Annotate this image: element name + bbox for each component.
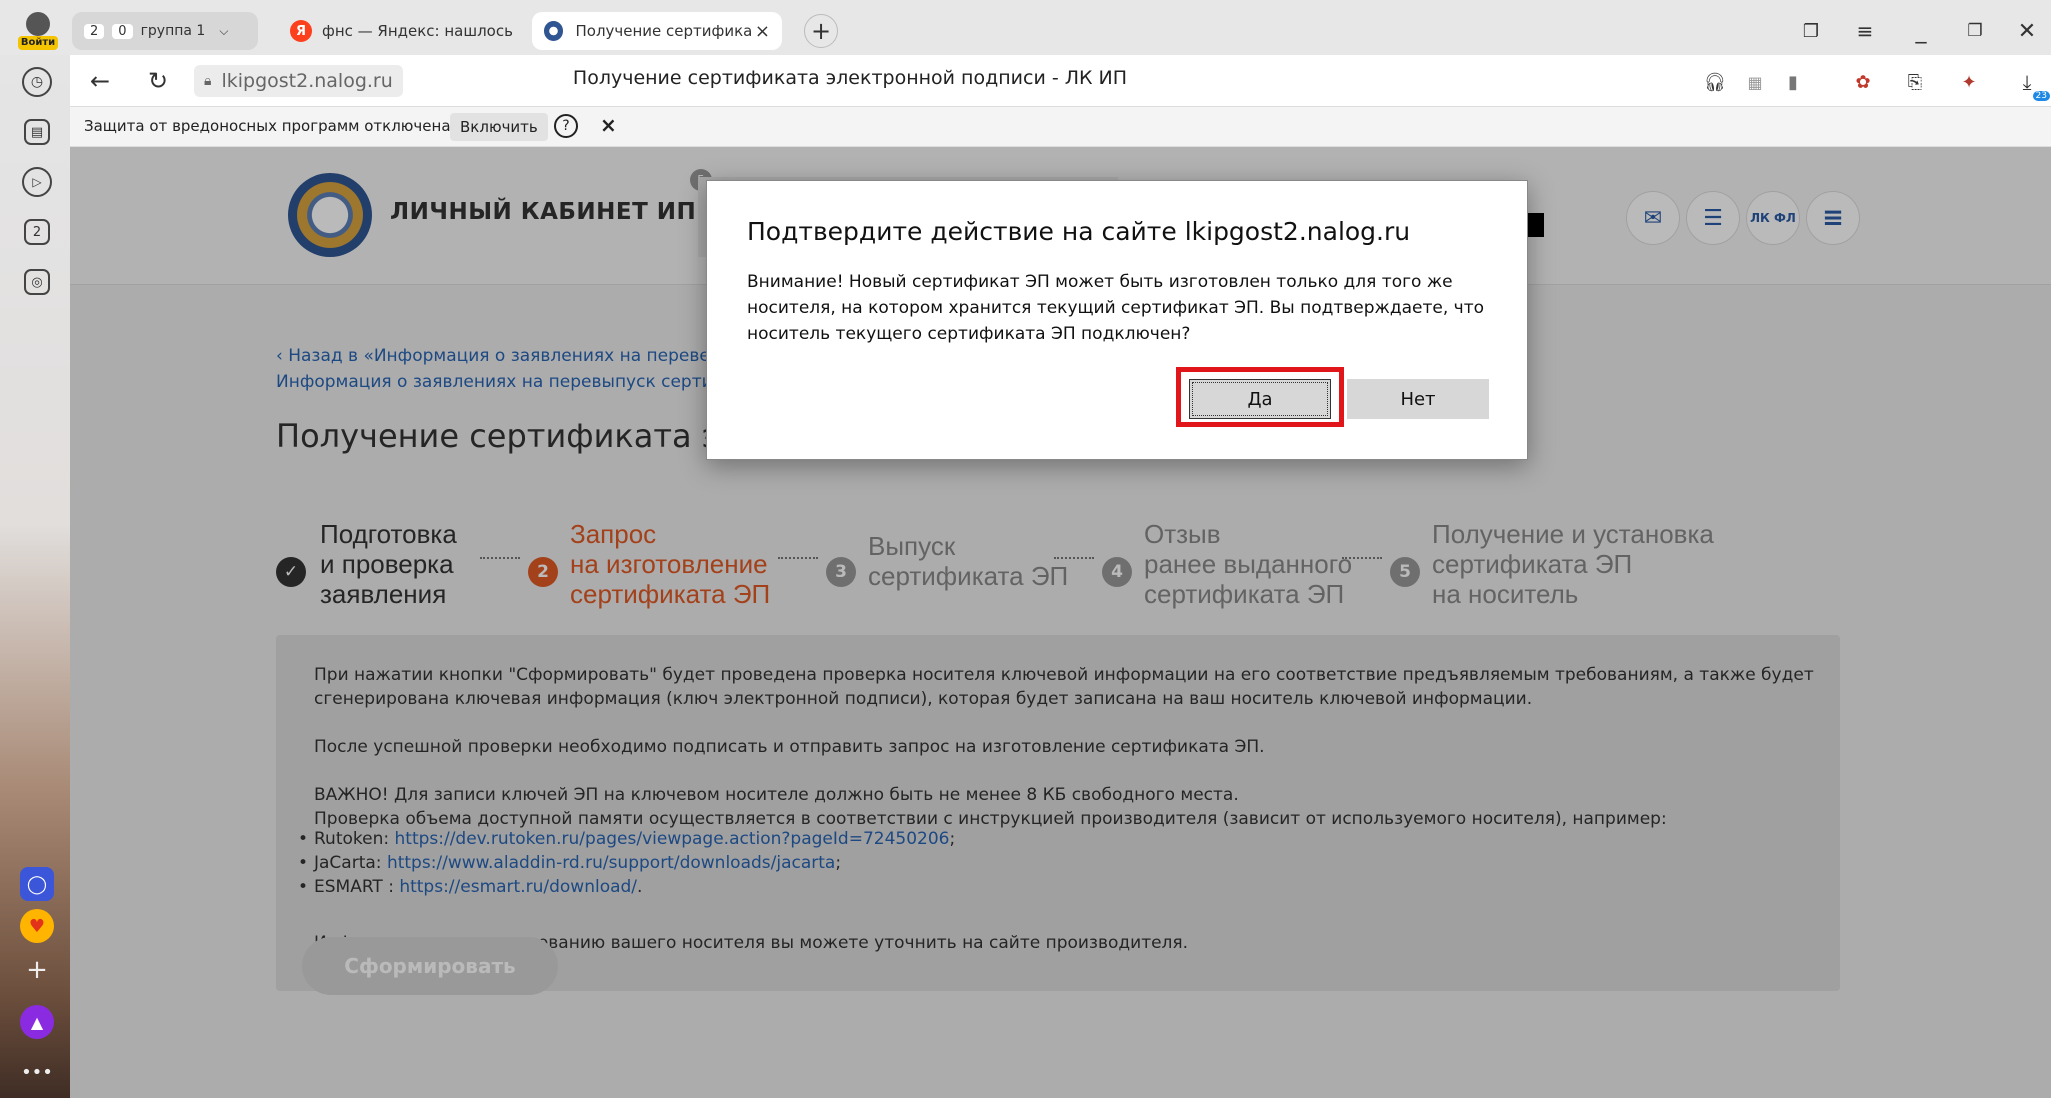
help-icon[interactable]: ? [554, 114, 578, 138]
browser-tab-strip: Войти 2 0 группа 1 ⌵ Я фнс — Яндекс: наш… [0, 0, 2051, 55]
tab-active-certificate[interactable]: Получение сертифика × [532, 12, 782, 50]
close-window-icon[interactable]: ✕ [2012, 16, 2042, 46]
annotation-highlight-box [1176, 367, 1344, 427]
tab-yandex-search[interactable]: Я фнс — Яндекс: нашлось 6 [278, 12, 526, 50]
yandex-icon: Я [290, 20, 312, 42]
login-label: Войти [18, 36, 58, 50]
reader-icon[interactable]: ▦ [1740, 67, 1770, 97]
profile-avatar[interactable]: Войти [18, 10, 58, 50]
address-bar: ← ↻ 🔒︎ lkipgost2.nalog.ru Получение серт… [70, 55, 2051, 107]
nalog-icon [544, 21, 564, 41]
screenshot-icon[interactable]: ◎ [24, 269, 50, 295]
infobar-text: Защита от вредоносных программ отключена [84, 117, 451, 135]
extension-3-icon[interactable]: ✦ [1954, 67, 1984, 97]
lock-icon: 🔒︎ [204, 73, 212, 89]
add-panel-icon[interactable]: + [20, 953, 54, 987]
market-icon[interactable]: ♥ [20, 909, 54, 943]
tab-title: фнс — Яндекс: нашлось 6 [322, 22, 514, 40]
no-button[interactable]: Нет [1347, 379, 1489, 419]
enable-protection-button[interactable]: Включить [450, 113, 548, 141]
close-tab-icon[interactable]: × [755, 21, 770, 42]
confirm-dialog: Подтвердите действие на сайте lkipgost2.… [706, 180, 1528, 460]
browser-sidebar: ◷ ▤ ▷ 2 ◎ ◯ ♥ + ▲ ••• [0, 55, 70, 1098]
tab-count-icon[interactable]: 2 [24, 219, 50, 245]
page-title-bar: Получение сертификата электронной подпис… [572, 67, 1128, 89]
alice-icon[interactable]: ▲ [20, 1005, 54, 1039]
infobar-close-icon[interactable]: × [600, 113, 617, 137]
restore-icon[interactable]: ❐ [1960, 16, 1990, 46]
dialog-message: Внимание! Новый сертификат ЭП может быть… [747, 272, 1484, 344]
new-tab-button[interactable]: + [804, 14, 838, 48]
group-count-badge: 2 [84, 23, 105, 39]
chevron-down-icon[interactable]: ⌵ [219, 24, 228, 39]
collections-icon[interactable]: ▤ [24, 119, 50, 145]
headphones-icon[interactable]: 🎧︎ [1700, 67, 1730, 97]
play-icon[interactable]: ▷ [22, 167, 52, 197]
dialog-title: Подтвердите действие на сайте lkipgost2.… [747, 217, 1411, 246]
group-zero-badge: 0 [112, 23, 133, 39]
more-icon[interactable]: ••• [20, 1055, 54, 1089]
url-host: lkipgost2.nalog.ru [221, 70, 393, 92]
messenger-icon[interactable]: ◯ [20, 867, 54, 901]
extension-1-icon[interactable]: ✿ [1848, 67, 1878, 97]
extension-2-icon[interactable]: ⎘ [1900, 67, 1930, 97]
back-icon[interactable]: ← [84, 65, 116, 97]
minimize-icon[interactable]: _ [1906, 16, 1936, 46]
url-field[interactable]: 🔒︎ lkipgost2.nalog.ru [194, 65, 403, 97]
reload-icon[interactable]: ↻ [142, 65, 174, 97]
tab-title: Получение сертифика [575, 22, 751, 40]
user-icon [26, 12, 50, 36]
plus-icon: + [810, 17, 832, 45]
tabs-list-icon[interactable]: ❐ [1796, 16, 1826, 46]
history-icon[interactable]: ◷ [22, 67, 52, 97]
menu-icon[interactable]: ≡ [1850, 16, 1880, 46]
download-icon[interactable]: ⤓ 23 [2010, 67, 2050, 101]
download-badge: 23 [2032, 91, 2050, 101]
group-label: группа 1 [140, 23, 206, 39]
security-infobar: Защита от вредоносных программ отключена… [70, 107, 2051, 147]
tab-group[interactable]: 2 0 группа 1 ⌵ [72, 12, 258, 50]
bookmark-icon[interactable]: ▮ [1778, 67, 1808, 97]
